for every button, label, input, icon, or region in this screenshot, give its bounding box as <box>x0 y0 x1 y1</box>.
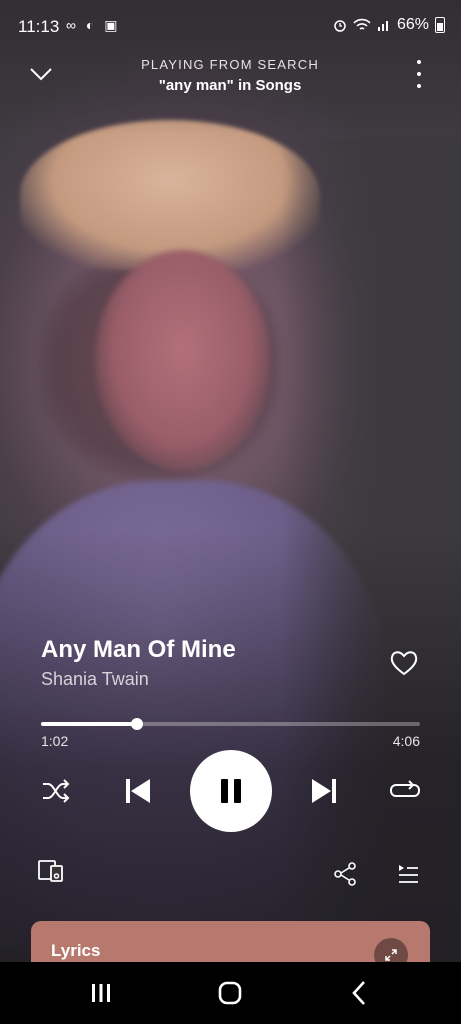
share-icon[interactable] <box>333 861 357 887</box>
devices-icon[interactable] <box>37 858 65 884</box>
shuffle-icon <box>43 779 70 803</box>
next-button[interactable] <box>306 772 342 810</box>
back-button[interactable] <box>344 978 374 1008</box>
home-icon <box>218 981 242 1005</box>
status-time: 11:13 <box>18 17 60 36</box>
progress-fill <box>41 722 137 726</box>
pause-icon <box>221 779 241 803</box>
progress-bar[interactable] <box>41 718 420 730</box>
status-notification-icons: ∞ ◐ ▣ <box>66 17 121 33</box>
recent-apps-icon <box>92 984 110 1002</box>
skip-next-icon <box>312 779 336 803</box>
status-bar: 11:13 ∞ ◐ ▣ 66% <box>0 0 461 50</box>
duration-time: 4:06 <box>392 733 420 749</box>
queue-icon[interactable] <box>397 863 419 885</box>
pause-button[interactable] <box>190 750 272 832</box>
repeat-button[interactable] <box>388 775 422 807</box>
playing-context-label: PLAYING FROM SEARCH <box>141 57 319 72</box>
expand-icon <box>385 949 397 961</box>
chevron-down-icon[interactable] <box>29 62 53 86</box>
back-icon <box>352 981 365 1005</box>
repeat-icon <box>390 780 420 797</box>
signal-icon <box>377 21 388 31</box>
previous-button[interactable] <box>120 772 156 810</box>
recent-apps-button[interactable] <box>86 978 116 1008</box>
progress-thumb[interactable] <box>130 718 143 730</box>
lyrics-label: Lyrics <box>51 941 101 960</box>
heart-icon[interactable] <box>389 648 419 678</box>
home-button[interactable] <box>215 978 245 1008</box>
track-artist[interactable]: Shania Twain <box>41 669 149 690</box>
system-navigation-bar <box>0 962 461 1024</box>
skip-previous-icon <box>126 779 150 803</box>
playing-context-header: PLAYING FROM SEARCH "any man" in Songs <box>80 57 380 94</box>
alarm-icon <box>334 20 346 32</box>
wifi-icon <box>353 18 371 30</box>
more-vertical-icon[interactable] <box>409 60 429 88</box>
battery-percent: 66% <box>396 16 429 33</box>
elapsed-time: 1:02 <box>41 733 69 749</box>
track-title[interactable]: Any Man Of Mine <box>41 636 236 664</box>
battery-icon <box>435 17 445 33</box>
playing-context-source[interactable]: "any man" in Songs <box>80 77 380 94</box>
shuffle-button[interactable] <box>40 775 72 807</box>
